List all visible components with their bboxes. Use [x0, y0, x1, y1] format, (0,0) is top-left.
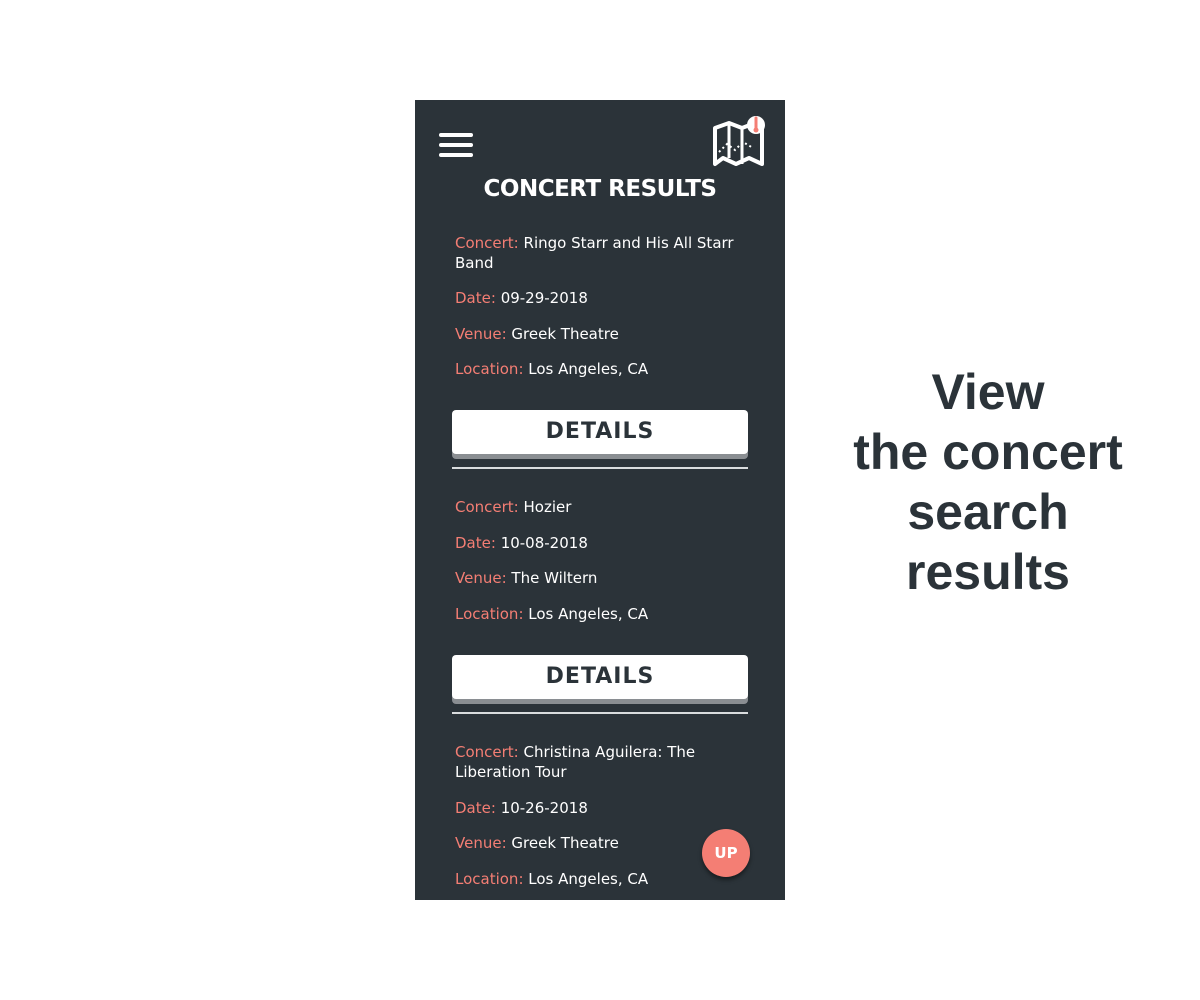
location-label: Location:: [455, 870, 524, 888]
location-label: Location:: [455, 605, 524, 623]
date-field: Date: 10-26-2018: [455, 798, 735, 818]
location-label: Location:: [455, 360, 524, 378]
date-field: Date: 09-29-2018: [455, 288, 735, 308]
result-divider: [452, 712, 748, 714]
venue-label: Venue:: [455, 569, 507, 587]
page-title: CONCERT RESULTS: [483, 176, 717, 202]
venue-label: Venue:: [455, 834, 507, 852]
concert-field: Concert: Ringo Starr and His All Starr B…: [455, 233, 735, 273]
concert-name: Hozier: [523, 498, 572, 516]
concert-field: Concert: Hozier: [455, 497, 735, 517]
concert-venue: Greek Theatre: [511, 834, 619, 852]
venue-field: Venue: Greek Theatre: [455, 324, 735, 344]
caption-line: the concert: [853, 424, 1123, 480]
location-field: Location: Los Angeles, CA: [455, 604, 735, 624]
concert-location: Los Angeles, CA: [528, 870, 649, 888]
concert-venue: The Wiltern: [511, 569, 598, 587]
location-field: Location: Los Angeles, CA: [455, 359, 735, 379]
date-field: Date: 10-08-2018: [455, 533, 735, 553]
hamburger-menu-icon[interactable]: [439, 133, 473, 157]
concert-date: 10-26-2018: [500, 799, 588, 817]
details-button[interactable]: DETAILS: [452, 655, 748, 699]
details-button[interactable]: DETAILS: [452, 410, 748, 454]
phone-screen: CONCERT RESULTS Concert: Ringo Starr and…: [415, 100, 785, 900]
date-label: Date:: [455, 289, 496, 307]
concert-label: Concert:: [455, 498, 519, 516]
result-divider: [452, 467, 748, 469]
concert-date: 10-08-2018: [500, 534, 588, 552]
caption-line: View: [931, 364, 1045, 420]
caption-text: View the concert search results: [830, 362, 1146, 602]
concert-date: 09-29-2018: [500, 289, 588, 307]
concert-field: Concert: Christina Aguilera: The Liberat…: [455, 742, 735, 782]
date-label: Date:: [455, 799, 496, 817]
venue-field: Venue: The Wiltern: [455, 568, 735, 588]
venue-label: Venue:: [455, 325, 507, 343]
caption-line: search: [907, 484, 1069, 540]
map-pin-logo-icon[interactable]: [711, 114, 769, 170]
concert-label: Concert:: [455, 234, 519, 252]
venue-field: Venue: Greek Theatre: [455, 833, 735, 853]
concert-location: Los Angeles, CA: [528, 360, 649, 378]
scroll-up-button[interactable]: UP: [702, 829, 750, 877]
concert-venue: Greek Theatre: [511, 325, 619, 343]
concert-label: Concert:: [455, 743, 519, 761]
concert-location: Los Angeles, CA: [528, 605, 649, 623]
date-label: Date:: [455, 534, 496, 552]
location-field: Location: Los Angeles, CA: [455, 869, 735, 889]
caption-line: results: [906, 544, 1070, 600]
